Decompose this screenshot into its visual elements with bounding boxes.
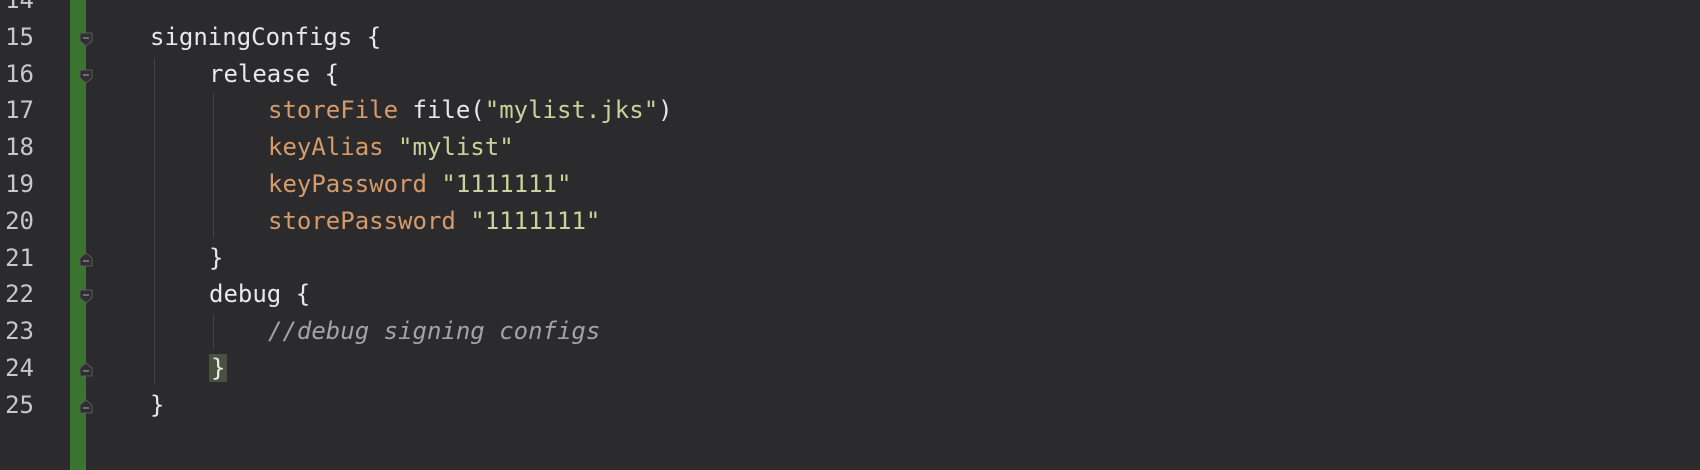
- indent-guide: [213, 315, 214, 348]
- code-token: release {: [209, 59, 340, 88]
- code-line[interactable]: 22 debug {: [0, 274, 1700, 314]
- code-token: debug {: [209, 280, 311, 309]
- code-line[interactable]: 25}: [0, 385, 1700, 425]
- code-line[interactable]: 15 signingConfigs {: [0, 17, 1700, 57]
- code-line[interactable]: 24}: [0, 348, 1700, 388]
- fold-open-icon[interactable]: [78, 288, 94, 305]
- code-token: signingConfigs {: [150, 22, 382, 51]
- code-line[interactable]: 20 storePassword "1111111": [0, 201, 1700, 241]
- line-number: 18: [5, 133, 34, 162]
- line-number: 22: [5, 280, 34, 309]
- code-text[interactable]: debug {: [209, 274, 310, 314]
- code-text[interactable]: release {: [209, 54, 339, 94]
- line-number: 20: [5, 206, 34, 235]
- matched-brace: }: [209, 354, 228, 382]
- property-token: keyPassword: [268, 170, 427, 198]
- code-line[interactable]: 23 //debug signing configs: [0, 311, 1700, 351]
- indent-guide: [154, 57, 155, 385]
- property-token: keyAlias: [268, 133, 384, 162]
- code-line[interactable]: 16 release {: [0, 54, 1700, 94]
- fold-open-icon[interactable]: [78, 31, 94, 47]
- code-text[interactable]: storePassword "1111111": [268, 201, 600, 241]
- code-token: }: [209, 243, 224, 272]
- line-number: 17: [5, 96, 34, 125]
- code-line[interactable]: 19 keyPassword "1111111": [0, 164, 1700, 204]
- line-number: 21: [5, 243, 34, 272]
- code-text[interactable]: }: [209, 348, 228, 388]
- fold-close-icon[interactable]: [78, 399, 94, 415]
- string-token: "1111111": [441, 170, 572, 198]
- code-text[interactable]: keyPassword "1111111": [268, 164, 571, 204]
- fold-close-icon[interactable]: [78, 362, 94, 378]
- line-number: 24: [5, 354, 34, 382]
- code-text[interactable]: signingConfigs {: [150, 17, 381, 57]
- code-token: file(: [398, 96, 485, 125]
- code-line[interactable]: 21}: [0, 238, 1700, 278]
- code-text[interactable]: }: [150, 385, 164, 425]
- line-number: 19: [5, 170, 34, 198]
- string-token: "mylist.jks": [484, 96, 659, 125]
- code-text[interactable]: storeFile file("mylist.jks"): [268, 90, 673, 130]
- line-number: 15: [5, 22, 34, 51]
- string-token: "1111111": [470, 206, 601, 235]
- property-token: storePassword: [268, 206, 456, 235]
- code-text[interactable]: }: [209, 238, 223, 278]
- line-number: 25: [5, 390, 34, 419]
- code-line[interactable]: 18 keyAlias "mylist": [0, 127, 1700, 167]
- code-text[interactable]: //debug signing configs: [268, 311, 600, 351]
- code-token: ): [658, 96, 673, 125]
- code-token: }: [150, 390, 165, 419]
- line-number: 16: [5, 59, 34, 88]
- comment-token: //debug signing configs: [268, 317, 601, 346]
- code-editor[interactable]: 14 15 signingConfigs {16 release {17 storeFi…: [0, 0, 1700, 470]
- code-line[interactable]: 17 storeFile file("mylist.jks"): [0, 90, 1700, 130]
- indent-guide: [213, 94, 214, 238]
- fold-close-icon[interactable]: [78, 251, 94, 268]
- string-token: "mylist": [398, 133, 514, 162]
- line-number: 23: [5, 317, 34, 346]
- code-text[interactable]: keyAlias "mylist": [268, 127, 514, 167]
- fold-open-icon[interactable]: [78, 68, 94, 84]
- property-token: storeFile: [268, 96, 399, 125]
